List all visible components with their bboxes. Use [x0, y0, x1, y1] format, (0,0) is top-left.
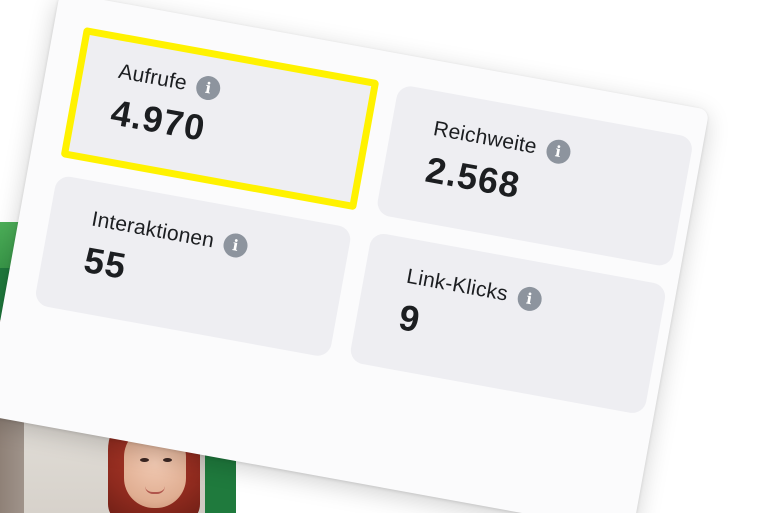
info-icon[interactable]: i	[544, 137, 573, 166]
info-icon[interactable]: i	[221, 231, 250, 260]
info-icon[interactable]: i	[194, 74, 223, 103]
info-icon[interactable]: i	[515, 284, 544, 313]
stat-tile-interactions[interactable]: Interaktionen i 55	[33, 174, 353, 358]
screenshot-stage: Aufrufe i 4.970 Reichweite i 2.568 Inter…	[0, 0, 762, 513]
insights-card: Aufrufe i 4.970 Reichweite i 2.568 Inter…	[0, 0, 710, 513]
stat-label-views: Aufrufe	[116, 59, 189, 95]
stat-tile-link-clicks[interactable]: Link-Klicks i 9	[348, 231, 668, 416]
